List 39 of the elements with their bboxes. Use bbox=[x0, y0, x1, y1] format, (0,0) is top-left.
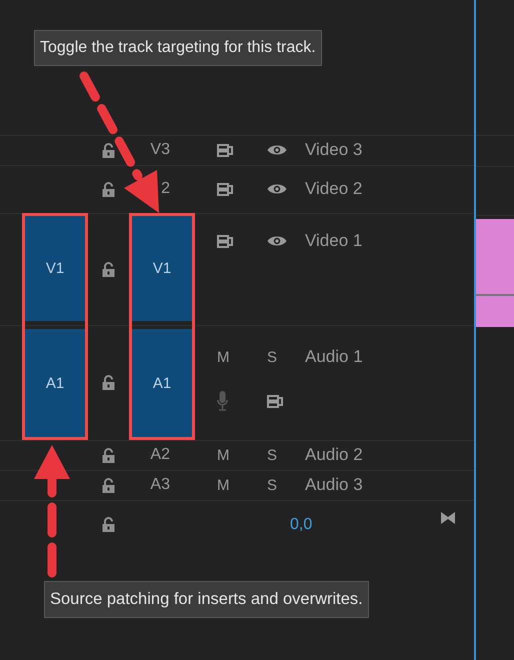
eye-icon[interactable] bbox=[267, 144, 287, 156]
open-lock-icon[interactable] bbox=[102, 375, 115, 390]
video-clip[interactable] bbox=[476, 219, 514, 327]
open-lock-icon[interactable] bbox=[102, 262, 115, 276]
track-target-button[interactable]: A1 bbox=[132, 329, 192, 437]
track-label: V3 bbox=[149, 141, 170, 159]
solo-button[interactable]: S bbox=[267, 476, 278, 494]
track-label: 2 bbox=[160, 180, 170, 198]
mute-button[interactable]: M bbox=[217, 476, 230, 494]
open-lock-icon[interactable] bbox=[102, 448, 115, 462]
tooltip: Toggle the track targeting for this track. bbox=[34, 30, 322, 66]
open-lock-icon[interactable] bbox=[102, 142, 115, 158]
track-name: Video 1 bbox=[305, 231, 362, 251]
eye-icon[interactable] bbox=[267, 235, 287, 247]
track-target-button[interactable]: V1 bbox=[132, 216, 192, 321]
track-name: Video 3 bbox=[305, 140, 362, 160]
sync-lock-icon[interactable] bbox=[217, 144, 234, 156]
sync-lock-icon[interactable] bbox=[267, 394, 284, 408]
mute-button[interactable]: M bbox=[217, 446, 230, 464]
tooltip: Source patching for inserts and overwrites. bbox=[44, 581, 369, 618]
solo-button[interactable]: S bbox=[267, 446, 278, 464]
sync-lock-icon[interactable] bbox=[217, 182, 234, 196]
volume-value[interactable]: 0,0 bbox=[290, 516, 312, 534]
track-name: Audio 1 bbox=[305, 347, 363, 367]
eye-icon[interactable] bbox=[267, 183, 287, 195]
track-name: Audio 2 bbox=[305, 445, 363, 465]
mute-button[interactable]: M bbox=[217, 348, 230, 366]
track-name: Audio 3 bbox=[305, 475, 363, 495]
source-patch-button[interactable]: V1 bbox=[25, 216, 85, 321]
bowtie-icon[interactable] bbox=[441, 512, 456, 524]
track-name: Video 2 bbox=[305, 179, 362, 199]
open-lock-icon[interactable] bbox=[102, 517, 115, 532]
solo-button[interactable]: S bbox=[267, 348, 278, 366]
track-label: A3 bbox=[149, 476, 170, 494]
track-label: A2 bbox=[149, 446, 170, 464]
open-lock-icon[interactable] bbox=[102, 182, 115, 196]
source-patch-button[interactable]: A1 bbox=[25, 329, 85, 437]
sync-lock-icon[interactable] bbox=[217, 234, 234, 248]
open-lock-icon[interactable] bbox=[102, 478, 115, 492]
